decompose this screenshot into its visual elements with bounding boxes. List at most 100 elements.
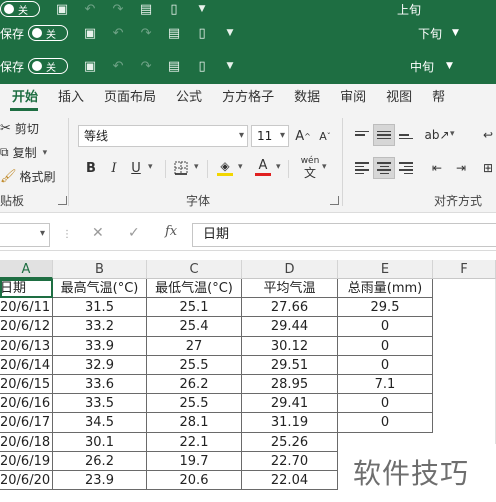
cell-rainfall[interactable]: 0 xyxy=(338,336,433,356)
insert-function-icon[interactable]: fx xyxy=(165,224,177,239)
cell-avg-temp[interactable]: 22.04 xyxy=(242,471,338,491)
cell-date[interactable]: 20/6/14 xyxy=(0,355,53,375)
new-file-icon[interactable]: ▯ xyxy=(194,58,210,74)
align-center-button[interactable] xyxy=(373,157,395,179)
save-icon[interactable]: ▣ xyxy=(82,58,98,74)
font-dialog-launcher-icon[interactable] xyxy=(330,196,339,205)
title-dropdown-icon[interactable]: ▼ xyxy=(446,61,453,71)
cell-max-temp[interactable]: 30.1 xyxy=(53,432,147,452)
wrap-text-button[interactable]: ↩ xyxy=(477,124,496,146)
column-header-d[interactable]: D xyxy=(242,260,338,279)
cell-max-temp[interactable]: 33.6 xyxy=(53,375,147,395)
bold-button[interactable]: B xyxy=(80,157,102,179)
customize-qat-icon[interactable]: ▼ xyxy=(222,25,238,41)
new-file-icon[interactable]: ▯ xyxy=(166,1,182,17)
cell-date[interactable]: 20/6/17 xyxy=(0,413,53,433)
tab-review[interactable]: 审阅 xyxy=(330,84,376,112)
column-header-e[interactable]: E xyxy=(338,260,433,279)
column-header-b[interactable]: B xyxy=(53,260,147,279)
format-painter-button[interactable]: 🖌 格式刷 xyxy=(0,168,56,185)
cell-date[interactable]: 20/6/16 xyxy=(0,394,53,414)
cell-min-temp[interactable]: 26.2 xyxy=(147,375,242,395)
phonetic-guide-button[interactable]: wén 文 xyxy=(297,155,323,181)
cancel-icon[interactable]: ✕ xyxy=(92,225,104,241)
enter-icon[interactable]: ✓ xyxy=(128,225,140,241)
underline-button[interactable]: U xyxy=(125,157,147,179)
cell-min-temp[interactable]: 22.1 xyxy=(147,432,242,452)
autosave-toggle[interactable]: 关 xyxy=(28,25,69,41)
clipboard-dialog-launcher-icon[interactable] xyxy=(58,196,67,205)
name-box[interactable]: ▾ xyxy=(0,223,50,247)
cell-date[interactable]: 20/6/20 xyxy=(0,471,53,491)
borders-button[interactable] xyxy=(170,157,192,179)
font-name-select[interactable]: 等线 ▾ xyxy=(78,125,248,147)
align-bottom-button[interactable] xyxy=(395,124,417,146)
tab-home[interactable]: 开始 xyxy=(0,84,48,112)
cell-max-temp[interactable]: 31.5 xyxy=(53,298,147,318)
font-size-select[interactable]: 11 ▾ xyxy=(251,125,289,147)
cell-min-temp[interactable]: 25.1 xyxy=(147,298,242,318)
merge-center-button[interactable]: ⊞ xyxy=(477,157,496,179)
worksheet-grid[interactable]: A B C D E F 日期 最高气温(°C) 最低气温(°C) 平均气温 总雨量(mm… xyxy=(0,260,496,502)
cell-min-temp[interactable]: 28.1 xyxy=(147,413,242,433)
autosave-toggle[interactable]: 关 xyxy=(28,58,69,74)
tab-help[interactable]: 帮 xyxy=(422,84,455,112)
increase-indent-button[interactable]: ⇥ xyxy=(450,157,472,179)
fill-color-button[interactable]: ◈ xyxy=(214,156,236,178)
cell-rainfall[interactable]: 0 xyxy=(338,317,433,337)
print-preview-icon[interactable]: ▤ xyxy=(166,58,182,74)
redo-icon[interactable]: ↷ xyxy=(138,58,154,74)
cell-max-temp[interactable]: 32.9 xyxy=(53,355,147,375)
cell-date[interactable]: 20/6/19 xyxy=(0,451,53,471)
cell-max-temp[interactable]: 23.9 xyxy=(53,471,147,491)
decrease-indent-button[interactable]: ⇤ xyxy=(426,157,448,179)
cell-date[interactable]: 20/6/15 xyxy=(0,375,53,395)
cell-max-temp[interactable]: 34.5 xyxy=(53,413,147,433)
tab-formulas[interactable]: 公式 xyxy=(166,84,212,112)
title-dropdown-icon[interactable]: ▼ xyxy=(452,28,459,38)
cell-min-temp[interactable]: 19.7 xyxy=(147,451,242,471)
cell-avg-temp[interactable]: 22.70 xyxy=(242,451,338,471)
cell-rainfall[interactable]: 29.5 xyxy=(338,298,433,318)
cell-min-temp[interactable]: 27 xyxy=(147,336,242,356)
undo-icon[interactable]: ↶ xyxy=(82,1,98,17)
cell-rainfall[interactable]: 0 xyxy=(338,394,433,414)
save-icon[interactable]: ▣ xyxy=(54,1,70,17)
header-cell-rainfall[interactable]: 总雨量(mm) xyxy=(338,279,433,299)
font-color-button[interactable]: A xyxy=(252,156,274,178)
cut-button[interactable]: ✂ 剪切 xyxy=(0,120,39,137)
cell-date[interactable]: 20/6/13 xyxy=(0,336,53,356)
print-preview-icon[interactable]: ▤ xyxy=(138,1,154,17)
redo-icon[interactable]: ↷ xyxy=(110,1,126,17)
cell-avg-temp[interactable]: 29.44 xyxy=(242,317,338,337)
shrink-font-button[interactable]: Aˇ xyxy=(314,125,336,147)
tab-page-layout[interactable]: 页面布局 xyxy=(94,84,166,112)
column-header-a[interactable]: A xyxy=(0,260,53,279)
align-right-button[interactable] xyxy=(395,157,417,179)
cell-max-temp[interactable]: 26.2 xyxy=(53,451,147,471)
orientation-button[interactable]: ab↗ xyxy=(424,124,449,146)
redo-icon[interactable]: ↷ xyxy=(138,25,154,41)
header-cell-max-temp[interactable]: 最高气温(°C) xyxy=(53,279,147,299)
autosave-toggle[interactable]: 关 xyxy=(0,1,40,17)
header-cell-date[interactable]: 日期 xyxy=(0,279,53,299)
formula-input[interactable]: 日期 xyxy=(192,223,496,247)
cell-date[interactable]: 20/6/18 xyxy=(0,432,53,452)
cell-avg-temp[interactable]: 28.95 xyxy=(242,375,338,395)
align-left-button[interactable] xyxy=(351,157,373,179)
tab-view[interactable]: 视图 xyxy=(376,84,422,112)
undo-icon[interactable]: ↶ xyxy=(110,58,126,74)
grow-font-button[interactable]: A ^ xyxy=(292,125,314,147)
header-cell-avg-temp[interactable]: 平均气温 xyxy=(242,279,338,299)
chevron-down-icon[interactable]: ▾ xyxy=(322,162,327,172)
align-middle-button[interactable] xyxy=(373,124,395,146)
tab-data[interactable]: 数据 xyxy=(284,84,330,112)
cell-date[interactable]: 20/6/12 xyxy=(0,317,53,337)
column-header-c[interactable]: C xyxy=(147,260,242,279)
chevron-down-icon[interactable]: ▾ xyxy=(148,162,153,172)
cell-avg-temp[interactable]: 25.26 xyxy=(242,432,338,452)
save-icon[interactable]: ▣ xyxy=(82,25,98,41)
column-header-f[interactable]: F xyxy=(433,260,496,279)
copy-button[interactable]: ⧉ 复制 ▾ xyxy=(0,144,47,161)
cell-avg-temp[interactable]: 29.51 xyxy=(242,355,338,375)
